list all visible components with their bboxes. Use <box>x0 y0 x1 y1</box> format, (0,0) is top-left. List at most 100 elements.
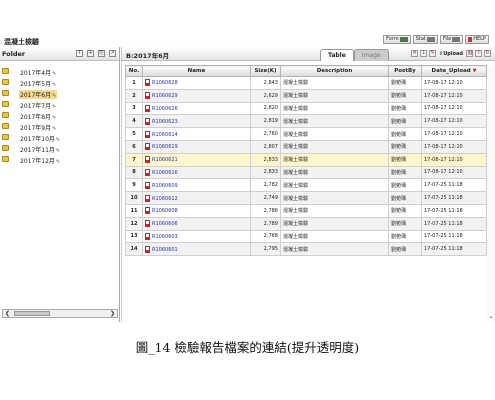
table-row[interactable]: 4 R1060623 2,819 混凝土檢驗 劉菀瑀 17-08-17 12:10 <box>125 114 487 129</box>
folder-item[interactable]: 2017年9月✎ <box>0 121 119 132</box>
cell-size: 2,789 <box>250 216 281 231</box>
folder-list: 2017年4月✎ 2017年5月✎ 2017年6月✎ 2017年7月✎ 2017… <box>0 61 119 165</box>
folder-panel-title: Folder <box>2 50 26 58</box>
table-row[interactable]: 7 R1060621 2,833 混凝土檢驗 劉菀瑀 17-08-17 12:10 <box>125 152 487 167</box>
help-icon[interactable]: ? <box>475 50 482 57</box>
table-row[interactable]: 12 R1060606 2,789 混凝土檢驗 劉菀瑀 17-07-25 11:18 <box>125 216 487 231</box>
cell-postby: 劉菀瑀 <box>388 101 422 116</box>
cell-postby: 劉菀瑀 <box>388 191 422 205</box>
tab-image[interactable]: Image <box>353 49 389 61</box>
table-row[interactable]: 14 R1060601 2,795 混凝土檢驗 劉菀瑀 17-07-25 11:18 <box>125 242 487 257</box>
cell-no: 14 <box>125 242 143 257</box>
cell-no: 5 <box>125 127 143 141</box>
folder-label: 2017年11月✎ <box>20 147 61 154</box>
folder-label: 2017年6月✎ <box>19 90 58 99</box>
folder-item[interactable]: 2017年8月✎ <box>0 110 119 121</box>
table-row[interactable]: 8 R1060616 2,833 混凝土檢驗 劉菀瑀 17-08-17 12:10 <box>125 165 487 180</box>
upload-button[interactable]: ⇧Upload <box>438 51 464 57</box>
folder-label: 2017年10月✎ <box>20 136 61 143</box>
folder-label: 2017年4月✎ <box>20 70 57 77</box>
file-link[interactable]: R1060619 <box>152 144 178 150</box>
folder-item[interactable]: 2017年5月✎ <box>0 77 119 88</box>
file-link[interactable]: R1060609 <box>152 183 178 189</box>
file-button[interactable]: File <box>439 35 464 44</box>
folder-item-selected[interactable]: 2017年6月✎ <box>0 88 119 99</box>
col-name[interactable]: Name <box>142 65 251 77</box>
file-link[interactable]: R1060629 <box>152 93 178 99</box>
table-row[interactable]: 9 R1060609 2,782 混凝土檢驗 劉菀瑀 17-07-25 11:18 <box>125 178 487 193</box>
folder-icon <box>2 123 9 129</box>
table-row[interactable]: 10 R1060612 2,749 混凝土檢驗 劉菀瑀 17-07-25 11:18 <box>125 191 487 205</box>
cell-name: R1060619 <box>142 139 251 154</box>
tab-table[interactable]: Table <box>320 49 354 61</box>
col-date-upload[interactable]: Date_Upload ▼ <box>421 65 487 77</box>
file-link[interactable]: R1060614 <box>152 132 178 138</box>
pdf-file-icon <box>145 156 150 164</box>
file-link[interactable]: R1060623 <box>152 119 178 125</box>
move-folder-icon[interactable]: ↗ <box>109 50 116 57</box>
col-no[interactable]: No. <box>125 65 143 77</box>
delete-file-icon[interactable]: ✕ <box>411 50 419 57</box>
folder-item[interactable]: 2017年7月✎ <box>0 99 119 110</box>
stat-button[interactable]: Stat <box>412 35 438 44</box>
file-link[interactable]: R1060603 <box>152 234 178 240</box>
pdf-file-icon <box>145 232 150 240</box>
file-link[interactable]: R1060608 <box>152 208 178 214</box>
folder-item[interactable]: 2017年10月✎ <box>0 132 119 143</box>
cell-name: R1060601 <box>142 242 251 257</box>
cell-name: R1060629 <box>142 88 251 103</box>
file-link[interactable]: R1060621 <box>152 157 178 163</box>
table-row[interactable]: 2 R1060629 2,629 混凝土檢驗 劉菀瑀 17-08-17 12:10 <box>125 88 487 103</box>
download-icon[interactable]: ↓ <box>420 50 428 57</box>
cell-description: 混凝土檢驗 <box>280 203 389 218</box>
file-link[interactable]: R1060628 <box>152 80 178 86</box>
edit-icon[interactable]: ✎ <box>429 50 437 57</box>
cell-description: 混凝土檢驗 <box>280 152 389 167</box>
cell-description: 混凝土檢驗 <box>280 139 389 154</box>
cell-size: 2,833 <box>250 165 281 180</box>
file-link[interactable]: R1060616 <box>152 170 178 176</box>
cell-date-upload: 17-08-17 12:10 <box>421 152 487 167</box>
file-link[interactable]: R1060601 <box>152 247 178 253</box>
col-size[interactable]: Size(K) <box>250 65 281 77</box>
col-postby[interactable]: PostBy <box>388 65 422 77</box>
table-row[interactable]: 3 R1060626 2,820 混凝土檢驗 劉菀瑀 17-08-17 12:10 <box>125 101 487 116</box>
horizontal-scrollbar[interactable]: ❮ ❯ <box>2 309 118 318</box>
table-row[interactable]: 11 R1060608 2,786 混凝土檢驗 劉菀瑀 17-07-25 11:18 <box>125 203 487 218</box>
scroll-thumb[interactable] <box>14 311 50 316</box>
cell-no: 2 <box>125 88 143 103</box>
folder-item[interactable]: 2017年4月✎ <box>0 66 119 77</box>
scroll-left-icon[interactable]: ❮ <box>3 310 12 317</box>
table-row[interactable]: 1 R1060628 2,843 混凝土檢驗 劉菀瑀 17-08-17 12:10 <box>125 76 487 90</box>
file-table: No. Name Size(K) Description PostBy Date… <box>125 65 487 257</box>
cell-postby: 劉菀瑀 <box>388 127 422 141</box>
file-link[interactable]: R1060626 <box>152 106 178 112</box>
vertical-scrollbar[interactable]: ⌄ <box>487 65 495 322</box>
cell-no: 3 <box>125 101 143 116</box>
folder-item[interactable]: 2017年12月✎ <box>0 154 119 165</box>
copy-folder-icon[interactable]: ⎘ <box>98 50 105 57</box>
form-button[interactable]: Form <box>383 35 411 44</box>
cell-postby: 劉菀瑀 <box>388 88 422 103</box>
help-button[interactable]: HELP <box>465 35 489 44</box>
col-description[interactable]: Description <box>280 65 389 77</box>
scroll-down-icon[interactable]: ⌄ <box>487 313 495 320</box>
folder-item[interactable]: 2017年11月✎ <box>0 143 119 154</box>
rename-folder-icon[interactable]: T <box>76 50 83 57</box>
table-row[interactable]: 13 R1060603 2,768 混凝土檢驗 劉菀瑀 17-07-25 11:18 <box>125 229 487 244</box>
cell-no: 10 <box>125 191 143 205</box>
folder-label: 2017年9月✎ <box>20 125 57 132</box>
form-icon <box>399 37 408 42</box>
cell-size: 2,820 <box>250 101 281 116</box>
cell-no: 6 <box>125 139 143 154</box>
table-row[interactable]: 5 R1060614 2,760 混凝土檢驗 劉菀瑀 17-08-17 12:10 <box>125 127 487 141</box>
file-link[interactable]: R1060606 <box>152 221 178 227</box>
cell-size: 2,819 <box>250 114 281 129</box>
add-folder-icon[interactable]: + <box>87 50 94 57</box>
scroll-right-icon[interactable]: ❯ <box>108 310 117 317</box>
file-link[interactable]: R1060612 <box>152 196 178 202</box>
folder-icon <box>2 112 9 118</box>
refresh-icon[interactable]: ↻ <box>484 50 491 57</box>
link-icon[interactable]: ⛓ <box>466 50 473 57</box>
table-row[interactable]: 6 R1060619 2,807 混凝土檢驗 劉菀瑀 17-08-17 12:10 <box>125 139 487 154</box>
